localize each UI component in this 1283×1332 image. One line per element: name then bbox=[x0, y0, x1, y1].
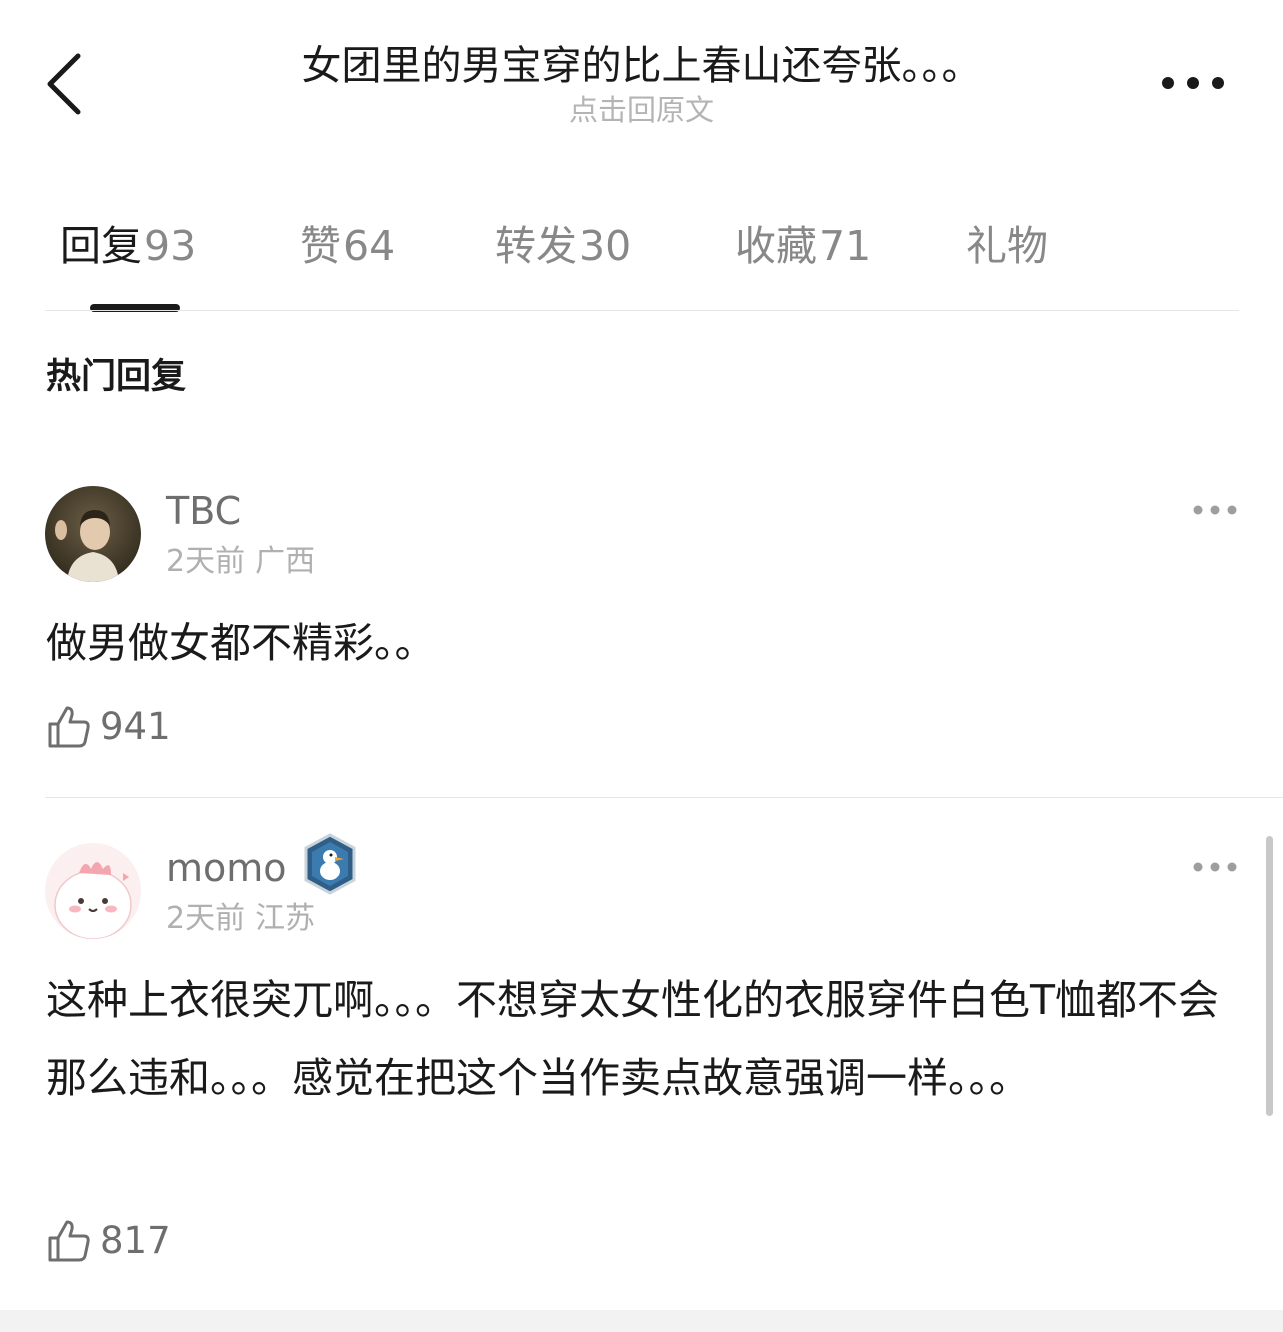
more-horizontal-icon bbox=[1162, 77, 1224, 89]
like-count: 817 bbox=[100, 1219, 171, 1262]
scrollbar[interactable] bbox=[1266, 836, 1273, 1116]
back-button[interactable] bbox=[40, 50, 90, 120]
comment-location: 江苏 bbox=[255, 901, 316, 936]
tab-likes[interactable]: 赞64 bbox=[300, 218, 395, 274]
comment-meta: 2天前 江苏 bbox=[166, 899, 315, 939]
tab-count: 71 bbox=[819, 222, 872, 270]
comment-divider bbox=[45, 797, 1283, 798]
more-button[interactable] bbox=[1158, 68, 1228, 98]
bottom-edge bbox=[0, 1310, 1283, 1332]
comment-more-button[interactable] bbox=[1190, 857, 1240, 877]
comment-time: 2天前 bbox=[166, 901, 246, 936]
tab-label: 收藏 bbox=[735, 222, 817, 270]
section-title: 热门回复 bbox=[46, 357, 187, 397]
tab-bar: 回复93 赞64 转发30 收藏71 礼物 bbox=[0, 200, 1283, 312]
tab-reposts[interactable]: 转发30 bbox=[495, 218, 631, 274]
tab-count: 93 bbox=[144, 222, 197, 270]
comment-time: 2天前 bbox=[166, 544, 246, 579]
user-badge[interactable] bbox=[302, 833, 358, 895]
comment-location: 广西 bbox=[255, 544, 316, 579]
tab-label: 礼物 bbox=[966, 222, 1048, 270]
comment-item: momo 2天前 江苏 这种上衣很突兀啊。。。不想穿太女性化的衣服穿件白色T恤都不… bbox=[0, 833, 1283, 1283]
tab-replies[interactable]: 回复93 bbox=[60, 218, 196, 274]
comment-text: 做男做女都不精彩。。 bbox=[46, 619, 436, 667]
avatar[interactable] bbox=[45, 486, 141, 582]
chevron-left-icon bbox=[47, 53, 81, 115]
username[interactable]: momo bbox=[166, 843, 287, 893]
comment-text: 这种上衣很突兀啊。。。不想穿太女性化的衣服穿件白色T恤都不会那么违和。。。感觉在… bbox=[46, 976, 1220, 1102]
comment-item: TBC 2天前 广西 做男做女都不精彩。。 941 bbox=[0, 486, 1283, 786]
more-horizontal-icon bbox=[1193, 505, 1237, 515]
back-to-original-link[interactable]: 点击回原文 bbox=[180, 90, 1103, 130]
more-horizontal-icon bbox=[1193, 862, 1237, 872]
tab-count: 30 bbox=[579, 222, 632, 270]
username[interactable]: TBC bbox=[166, 486, 241, 536]
like-count: 941 bbox=[100, 705, 171, 748]
thumbs-up-icon bbox=[48, 706, 90, 748]
tab-label: 转发 bbox=[495, 222, 577, 270]
tab-gifts[interactable]: 礼物 bbox=[966, 218, 1048, 274]
tab-favorites[interactable]: 收藏71 bbox=[735, 218, 871, 274]
avatar[interactable] bbox=[45, 843, 141, 939]
tabs-divider bbox=[45, 310, 1239, 311]
comment-meta: 2天前 广西 bbox=[166, 542, 315, 582]
post-title[interactable]: 女团里的男宝穿的比上春山还夸张。。。 bbox=[180, 38, 1103, 94]
duck-badge-icon bbox=[304, 833, 356, 895]
comment-more-button[interactable] bbox=[1190, 500, 1240, 520]
tab-label: 回复 bbox=[60, 222, 142, 270]
tab-label: 赞 bbox=[300, 222, 341, 270]
top-bar: 女团里的男宝穿的比上春山还夸张。。。 点击回原文 bbox=[0, 0, 1283, 150]
tab-count: 64 bbox=[343, 222, 396, 270]
thumbs-up-icon bbox=[48, 1220, 90, 1262]
